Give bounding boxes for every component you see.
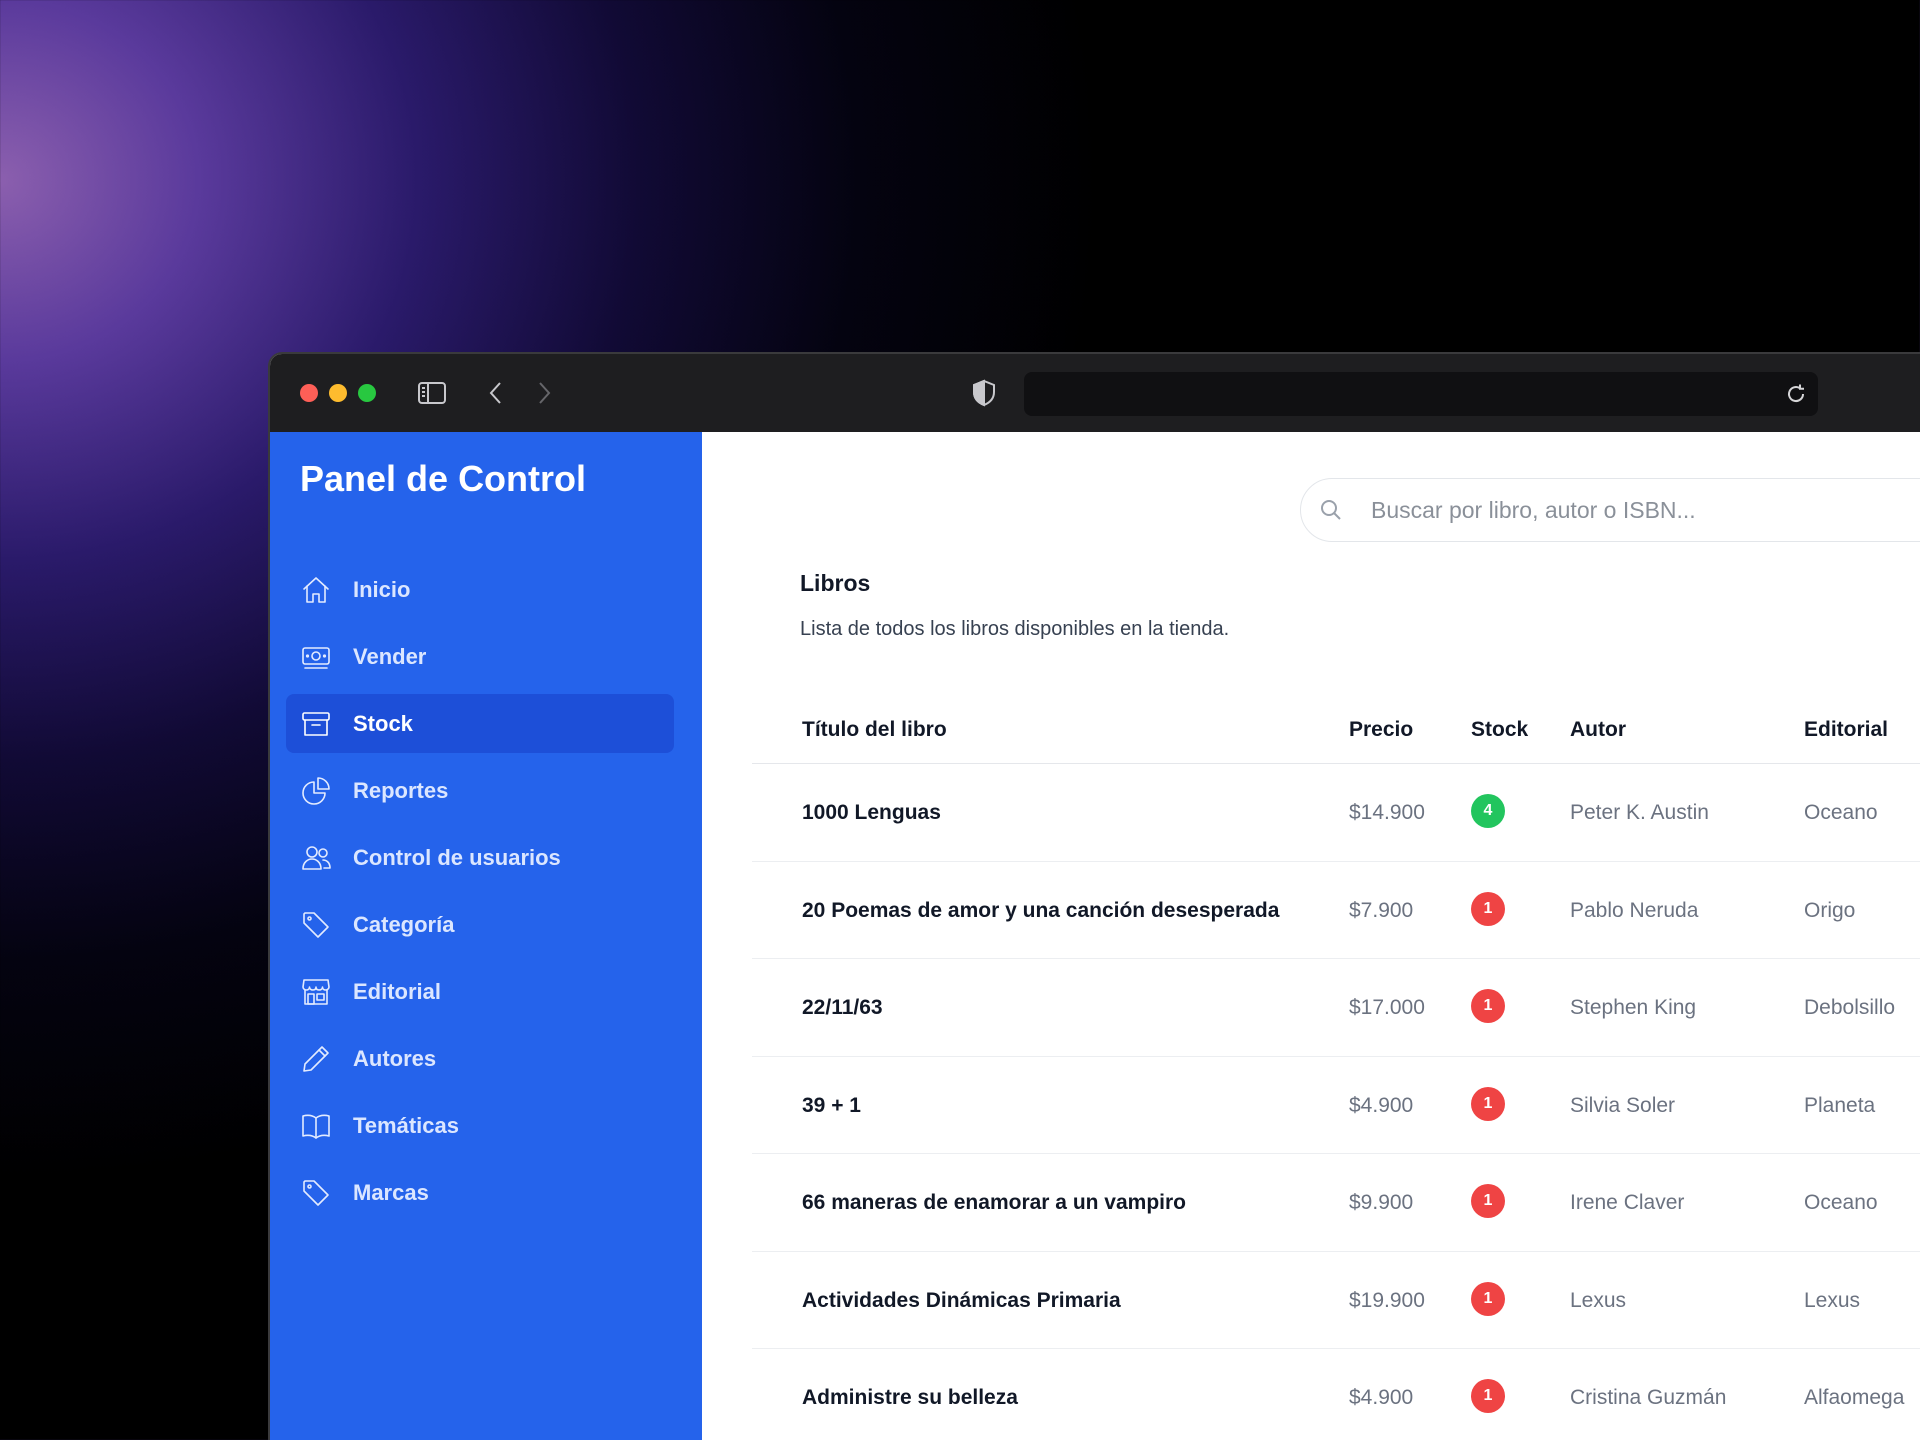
column-header-title[interactable]: Título del libro <box>802 718 947 742</box>
stock-badge: 1 <box>1471 1379 1505 1413</box>
books-table: Título del libro Precio Stock Autor Edit… <box>752 696 1920 1440</box>
main-content: Libros Lista de todos los libros disponi… <box>702 432 1920 1440</box>
section-title: Libros <box>800 570 871 596</box>
back-icon[interactable] <box>480 378 512 408</box>
column-header-author[interactable]: Autor <box>1570 718 1626 742</box>
book-open-icon <box>299 1109 333 1143</box>
book-price: $9.900 <box>1349 1191 1414 1214</box>
book-title: 22/11/63 <box>802 996 883 1019</box>
section-subtitle: Lista de todos los libros disponibles en… <box>800 618 1230 640</box>
search-box[interactable] <box>1300 478 1920 542</box>
book-author: Lexus <box>1570 1288 1627 1312</box>
minimize-window-button[interactable] <box>329 384 347 402</box>
book-publisher: Oceano <box>1804 801 1878 824</box>
sidebar-item-reportes[interactable]: Reportes <box>286 761 674 820</box>
stock-badge: 1 <box>1471 891 1505 926</box>
book-price: $14.900 <box>1349 801 1425 824</box>
stock-badge: 1 <box>1471 989 1505 1023</box>
table-row[interactable]: Administre su belleza $4.900 1 Cristina … <box>752 1349 1920 1440</box>
table-row[interactable]: 22/11/63 $17.000 1 Stephen King Debolsil… <box>752 959 1920 1057</box>
browser-toolbar <box>270 354 1920 432</box>
sidebar-item-autores[interactable]: Autores <box>286 1029 674 1088</box>
sidebar-item-label: Inicio <box>353 576 411 602</box>
book-price: $4.900 <box>1349 1386 1414 1409</box>
sidebar-item-categoria[interactable]: Categoría <box>286 895 674 954</box>
browser-window: Panel de Control Inicio Vender Stock Rep… <box>268 352 1920 1440</box>
table-row[interactable]: Actividades Dinámicas Primaria $19.900 1… <box>752 1252 1920 1349</box>
book-publisher: Planeta <box>1804 1093 1876 1117</box>
table-row[interactable]: 66 maneras de enamorar a un vampiro $9.9… <box>752 1154 1920 1252</box>
table-row[interactable]: 39 + 1 $4.900 1 Silvia Soler Planeta <box>752 1057 1920 1154</box>
book-publisher: Lexus <box>1804 1288 1861 1312</box>
stock-badge: 1 <box>1471 1184 1505 1218</box>
sidebar-item-stock[interactable]: Stock <box>286 694 674 753</box>
book-price: $4.900 <box>1349 1093 1414 1117</box>
stock-badge: 1 <box>1471 1086 1505 1121</box>
table-row[interactable]: 20 Poemas de amor y una canción desesper… <box>752 862 1920 959</box>
book-title: Administre su belleza <box>802 1386 1018 1409</box>
sidebar-item-label: Control de usuarios <box>353 844 561 870</box>
book-title: 20 Poemas de amor y una canción desesper… <box>802 898 1280 922</box>
sidebar-item-label: Marcas <box>353 1179 429 1205</box>
privacy-shield-icon[interactable] <box>968 378 1000 408</box>
pie-chart-icon <box>299 774 333 808</box>
book-publisher: Oceano <box>1804 1191 1878 1214</box>
stock-badge: 1 <box>1471 1281 1505 1316</box>
pencil-icon <box>299 1042 333 1076</box>
sidebar-item-tematicas[interactable]: Temáticas <box>286 1096 674 1155</box>
search-icon <box>1317 496 1345 524</box>
money-icon <box>299 640 333 674</box>
search-input[interactable] <box>1371 496 1920 524</box>
sidebar-item-label: Categoría <box>353 911 455 937</box>
maximize-window-button[interactable] <box>358 384 376 402</box>
sidebar-item-label: Reportes <box>353 777 449 803</box>
home-icon <box>299 573 333 607</box>
book-publisher: Debolsillo <box>1804 996 1896 1019</box>
sidebar-toggle-icon[interactable] <box>416 378 448 408</box>
book-publisher: Origo <box>1804 898 1856 922</box>
sidebar-item-label: Stock <box>353 710 413 736</box>
sidebar-item-label: Temáticas <box>353 1112 459 1138</box>
table-header: Título del libro Precio Stock Autor Edit… <box>752 696 1920 764</box>
stock-badge: 4 <box>1471 794 1505 828</box>
book-title: 1000 Lenguas <box>802 801 941 824</box>
column-header-price[interactable]: Precio <box>1349 718 1413 742</box>
reload-icon[interactable] <box>1782 380 1810 408</box>
column-header-publisher[interactable]: Editorial <box>1804 718 1888 742</box>
address-bar[interactable] <box>1024 372 1818 416</box>
book-author: Irene Claver <box>1570 1191 1685 1214</box>
sidebar-item-control-de-usuarios[interactable]: Control de usuarios <box>286 828 674 887</box>
forward-icon[interactable] <box>528 378 560 408</box>
sidebar-item-marcas[interactable]: Marcas <box>286 1163 674 1222</box>
app-title: Panel de Control <box>300 458 587 499</box>
book-author: Silvia Soler <box>1570 1093 1676 1117</box>
book-price: $19.900 <box>1349 1288 1425 1312</box>
book-price: $7.900 <box>1349 898 1414 922</box>
book-author: Peter K. Austin <box>1570 801 1709 824</box>
tag-icon <box>299 1176 333 1210</box>
table-row[interactable]: 1000 Lenguas $14.900 4 Peter K. Austin O… <box>752 764 1920 862</box>
sidebar-item-label: Editorial <box>353 978 442 1004</box>
book-title: 66 maneras de enamorar a un vampiro <box>802 1191 1186 1214</box>
sidebar-item-vender[interactable]: Vender <box>286 627 674 686</box>
sidebar-item-inicio[interactable]: Inicio <box>286 560 674 619</box>
sidebar: Panel de Control Inicio Vender Stock Rep… <box>270 432 702 1440</box>
storefront-icon <box>299 975 333 1009</box>
tag-icon <box>299 908 333 942</box>
sidebar-item-label: Vender <box>353 643 427 669</box>
close-window-button[interactable] <box>300 384 318 402</box>
column-header-stock[interactable]: Stock <box>1471 718 1528 742</box>
book-author: Stephen King <box>1570 996 1697 1019</box>
archive-box-icon <box>299 707 333 741</box>
book-price: $17.000 <box>1349 996 1425 1019</box>
book-author: Cristina Guzmán <box>1570 1386 1727 1409</box>
book-author: Pablo Neruda <box>1570 898 1699 922</box>
users-icon <box>299 841 333 875</box>
sidebar-item-editorial[interactable]: Editorial <box>286 962 674 1021</box>
book-title: 39 + 1 <box>802 1093 861 1117</box>
book-title: Actividades Dinámicas Primaria <box>802 1288 1121 1312</box>
sidebar-item-label: Autores <box>353 1045 437 1071</box>
book-publisher: Alfaomega <box>1804 1386 1905 1409</box>
sidebar-nav: Inicio Vender Stock Reportes Control de … <box>286 560 674 1230</box>
